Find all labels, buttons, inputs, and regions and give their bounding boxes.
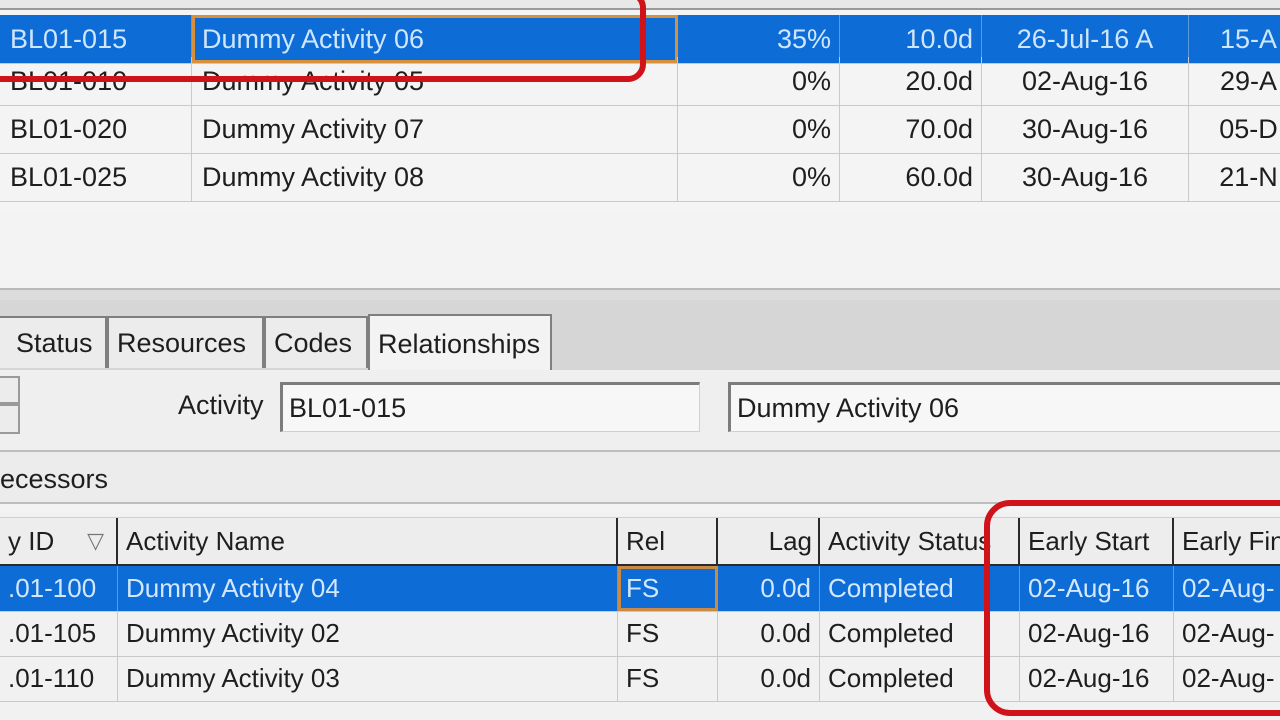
pred-name-cell[interactable]: Dummy Activity 02: [118, 611, 618, 656]
pred-early-finish-cell[interactable]: 02-Aug-: [1174, 656, 1280, 701]
start-cell[interactable]: 02-Aug-16: [982, 57, 1189, 105]
panel-button-bottom[interactable]: [0, 404, 20, 434]
pred-rel-cell[interactable]: FS: [618, 566, 718, 611]
percent-complete-cell[interactable]: 0%: [678, 57, 840, 105]
tab-resources[interactable]: Resources: [107, 316, 264, 368]
finish-cell[interactable]: 29-A: [1189, 57, 1280, 105]
duration-cell[interactable]: 60.0d: [840, 153, 982, 201]
activity-name-cell[interactable]: Dummy Activity 08: [192, 153, 678, 201]
activity-id-cell[interactable]: BL01-015: [0, 15, 192, 63]
column-header-rel[interactable]: Rel: [618, 518, 718, 564]
activity-id-cell[interactable]: BL01-020: [0, 105, 192, 153]
column-header-activity-status[interactable]: Activity Status: [820, 518, 1020, 564]
table-row[interactable]: BL01-020 Dummy Activity 07 0% 70.0d 30-A…: [0, 105, 1280, 154]
percent-complete-cell[interactable]: 35%: [678, 15, 840, 63]
predecessors-title: ecessors: [0, 464, 109, 494]
activity-label: Activity: [178, 390, 264, 420]
pred-id-cell[interactable]: .01-110: [0, 656, 118, 701]
predecessors-table: y ID ▽ Activity Name Rel Lag Activity St…: [0, 512, 1280, 720]
activity-id-field[interactable]: BL01-015: [280, 382, 700, 432]
activity-name-cell[interactable]: Dummy Activity 06: [192, 15, 678, 63]
pred-early-finish-cell[interactable]: 02-Aug-: [1174, 566, 1280, 611]
pred-status-cell[interactable]: Completed: [820, 611, 1020, 656]
column-header-activity-name[interactable]: Activity Name: [118, 518, 618, 564]
start-cell[interactable]: 26-Jul-16 A: [982, 15, 1189, 63]
pred-early-start-cell[interactable]: 02-Aug-16: [1020, 611, 1174, 656]
pred-id-cell[interactable]: .01-105: [0, 611, 118, 656]
table-row[interactable]: .01-105 Dummy Activity 02 FS 0.0d Comple…: [0, 611, 1280, 657]
pred-status-cell[interactable]: Completed: [820, 656, 1020, 701]
finish-cell[interactable]: 21-N: [1189, 153, 1280, 201]
activities-header-edge: [0, 0, 1280, 10]
activity-id-cell[interactable]: BL01-010: [0, 57, 192, 105]
percent-complete-cell[interactable]: 0%: [678, 153, 840, 201]
percent-complete-cell[interactable]: 0%: [678, 105, 840, 153]
pred-early-start-cell[interactable]: 02-Aug-16: [1020, 656, 1174, 701]
panel-button-top[interactable]: [0, 376, 20, 404]
detail-tabs: Status Resources Codes Relationships: [0, 300, 1280, 372]
tab-status[interactable]: Status: [0, 316, 107, 368]
finish-cell[interactable]: 05-D: [1189, 105, 1280, 153]
pred-rel-cell[interactable]: FS: [618, 611, 718, 656]
pred-lag-cell[interactable]: 0.0d: [718, 611, 820, 656]
pred-lag-cell[interactable]: 0.0d: [718, 656, 820, 701]
pred-rel-cell[interactable]: FS: [618, 656, 718, 701]
sort-filter-icon[interactable]: ▽: [87, 528, 104, 554]
table-row[interactable]: BL01-025 Dummy Activity 08 0% 60.0d 30-A…: [0, 153, 1280, 202]
activity-name-cell[interactable]: Dummy Activity 05: [192, 57, 678, 105]
activity-id-cell[interactable]: BL01-025: [0, 153, 192, 201]
column-header-activity-id[interactable]: y ID ▽: [0, 518, 118, 564]
pred-name-cell[interactable]: Dummy Activity 03: [118, 656, 618, 701]
predecessors-section-header: ecessors: [0, 452, 1280, 504]
column-header-label: y ID: [8, 525, 55, 556]
pred-id-cell[interactable]: .01-100: [0, 566, 118, 611]
activities-table: BL01-015 Dummy Activity 06 35% 10.0d 26-…: [0, 0, 1280, 210]
pred-name-cell[interactable]: Dummy Activity 04: [118, 566, 618, 611]
duration-cell[interactable]: 20.0d: [840, 57, 982, 105]
table-row[interactable]: BL01-010 Dummy Activity 05 0% 20.0d 02-A…: [0, 57, 1280, 106]
duration-cell[interactable]: 10.0d: [840, 15, 982, 63]
table-row[interactable]: .01-110 Dummy Activity 03 FS 0.0d Comple…: [0, 656, 1280, 702]
tab-relationships[interactable]: Relationships: [368, 314, 552, 372]
pred-early-finish-cell[interactable]: 02-Aug-: [1174, 611, 1280, 656]
start-cell[interactable]: 30-Aug-16: [982, 153, 1189, 201]
finish-cell[interactable]: 15-A: [1189, 15, 1280, 63]
predecessors-header-row: y ID ▽ Activity Name Rel Lag Activity St…: [0, 517, 1280, 567]
activity-name-cell[interactable]: Dummy Activity 07: [192, 105, 678, 153]
column-header-lag[interactable]: Lag: [718, 518, 820, 564]
tab-codes[interactable]: Codes: [264, 316, 368, 368]
column-header-early-start[interactable]: Early Start: [1020, 518, 1174, 564]
activity-header-panel: Activity BL01-015 Dummy Activity 06: [0, 370, 1280, 452]
activity-name-field[interactable]: Dummy Activity 06: [728, 382, 1280, 432]
table-row[interactable]: .01-100 Dummy Activity 04 FS 0.0d Comple…: [0, 566, 1280, 612]
duration-cell[interactable]: 70.0d: [840, 105, 982, 153]
column-header-early-finish[interactable]: Early Fin: [1174, 518, 1280, 564]
start-cell[interactable]: 30-Aug-16: [982, 105, 1189, 153]
pred-lag-cell[interactable]: 0.0d: [718, 566, 820, 611]
pred-early-start-cell[interactable]: 02-Aug-16: [1020, 566, 1174, 611]
pred-status-cell[interactable]: Completed: [820, 566, 1020, 611]
